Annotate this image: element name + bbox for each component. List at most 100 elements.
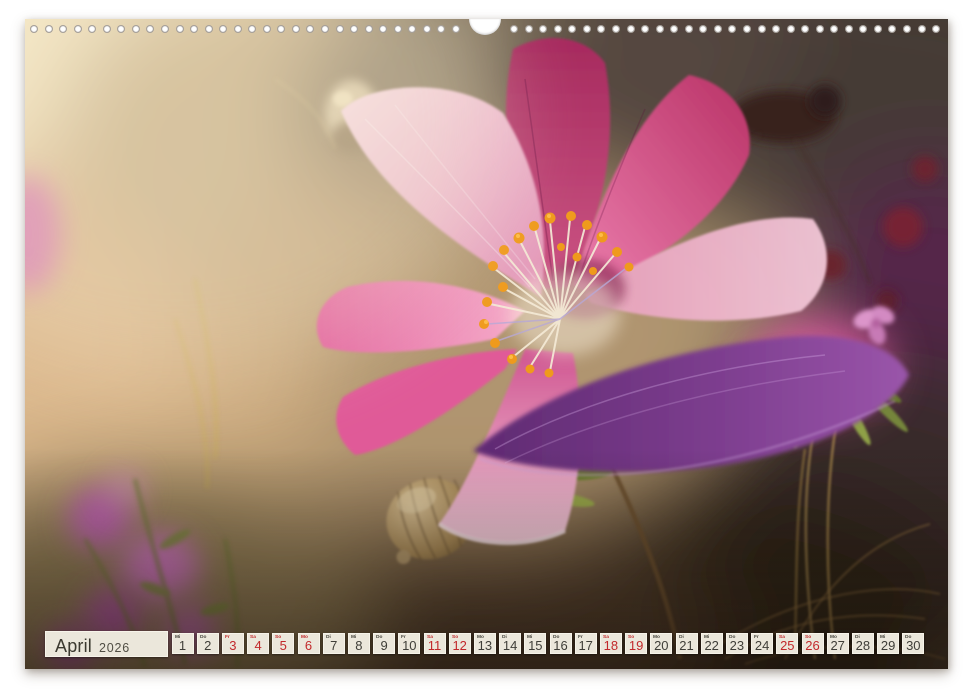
day-number: 17 xyxy=(576,638,596,653)
product-backdrop: April 2026 Mi1Do2Fr3Sa4So5Mo6Di7Mi8Do9Fr… xyxy=(0,0,971,700)
day-number: 8 xyxy=(349,638,369,653)
day-number: 4 xyxy=(248,638,268,653)
binding-hole xyxy=(365,25,373,33)
day-cell-8: Mi8 xyxy=(348,633,370,654)
binding-hole xyxy=(45,25,53,33)
year-label: 2026 xyxy=(99,641,130,655)
binding-hole xyxy=(452,25,460,33)
binding-hole xyxy=(787,25,795,33)
day-cell-27: Mo27 xyxy=(827,633,849,654)
binding-hole xyxy=(612,25,620,33)
day-cell-22: Mi22 xyxy=(701,633,723,654)
day-number: 20 xyxy=(651,638,671,653)
day-number: 3 xyxy=(223,638,243,653)
day-cell-7: Di7 xyxy=(323,633,345,654)
binding-hole xyxy=(263,25,271,33)
month-box: April 2026 xyxy=(45,631,168,657)
binding-hole xyxy=(394,25,402,33)
day-cell-23: Do23 xyxy=(726,633,748,654)
flower-photo xyxy=(25,19,948,669)
binding-hole xyxy=(845,25,853,33)
day-number: 27 xyxy=(828,638,848,653)
day-number: 14 xyxy=(500,638,520,653)
day-number: 13 xyxy=(475,638,495,653)
day-number: 22 xyxy=(702,638,722,653)
binding-hole xyxy=(743,25,751,33)
day-cell-6: Mo6 xyxy=(298,633,320,654)
binding-hole xyxy=(30,25,38,33)
binding-hole xyxy=(205,25,213,33)
day-number: 25 xyxy=(777,638,797,653)
day-number: 11 xyxy=(425,638,445,653)
day-number: 7 xyxy=(324,638,344,653)
binding-hole xyxy=(74,25,82,33)
calendar-page: April 2026 Mi1Do2Fr3Sa4So5Mo6Di7Mi8Do9Fr… xyxy=(25,19,948,669)
day-cell-24: Fr24 xyxy=(751,633,773,654)
month-label: April xyxy=(55,636,92,656)
day-number: 26 xyxy=(803,638,823,653)
day-cell-18: Sa18 xyxy=(600,633,622,654)
binding-hole xyxy=(714,25,722,33)
day-number: 16 xyxy=(551,638,571,653)
day-cell-3: Fr3 xyxy=(222,633,244,654)
day-number: 29 xyxy=(878,638,898,653)
binding-hole xyxy=(903,25,911,33)
day-cell-28: Di28 xyxy=(852,633,874,654)
day-number: 18 xyxy=(601,638,621,653)
day-number: 12 xyxy=(450,638,470,653)
binding-hole xyxy=(627,25,635,33)
day-number: 6 xyxy=(299,638,319,653)
binding-hole xyxy=(321,25,329,33)
binding-hole xyxy=(336,25,344,33)
day-number: 2 xyxy=(198,638,218,653)
binding-hole xyxy=(525,25,533,33)
day-cell-26: So26 xyxy=(802,633,824,654)
binding-hole xyxy=(685,25,693,33)
day-cell-29: Mi29 xyxy=(877,633,899,654)
binding-hole xyxy=(874,25,882,33)
day-number: 15 xyxy=(525,638,545,653)
binding-hole xyxy=(772,25,780,33)
binding-hole xyxy=(292,25,300,33)
binding-hole xyxy=(161,25,169,33)
day-number: 1 xyxy=(173,638,193,653)
day-cell-4: Sa4 xyxy=(247,633,269,654)
day-cell-13: Mo13 xyxy=(474,633,496,654)
binding-hole xyxy=(554,25,562,33)
day-number: 23 xyxy=(727,638,747,653)
day-number: 19 xyxy=(626,638,646,653)
binding-hole xyxy=(176,25,184,33)
day-cell-1: Mi1 xyxy=(172,633,194,654)
day-number: 5 xyxy=(273,638,293,653)
day-cell-2: Do2 xyxy=(197,633,219,654)
day-cell-14: Di14 xyxy=(499,633,521,654)
binding-hole xyxy=(918,25,926,33)
day-cell-9: Do9 xyxy=(373,633,395,654)
binding-hole xyxy=(423,25,431,33)
binding-hole xyxy=(103,25,111,33)
day-cell-12: So12 xyxy=(449,633,471,654)
day-cell-10: Fr10 xyxy=(398,633,420,654)
day-cell-19: So19 xyxy=(625,633,647,654)
day-number: 21 xyxy=(677,638,697,653)
binding-hole xyxy=(132,25,140,33)
binding-hole xyxy=(656,25,664,33)
day-cell-30: Do30 xyxy=(902,633,924,654)
binding-hole xyxy=(816,25,824,33)
day-cell-11: Sa11 xyxy=(424,633,446,654)
day-cell-25: Sa25 xyxy=(776,633,798,654)
day-number: 10 xyxy=(399,638,419,653)
binding-hole xyxy=(234,25,242,33)
binding-hole xyxy=(758,25,766,33)
day-cell-15: Mi15 xyxy=(524,633,546,654)
day-number: 30 xyxy=(903,638,923,653)
binding-hole xyxy=(583,25,591,33)
day-cell-21: Di21 xyxy=(676,633,698,654)
binding-hole xyxy=(190,25,198,33)
day-number: 9 xyxy=(374,638,394,653)
day-number: 24 xyxy=(752,638,772,653)
day-cell-16: Do16 xyxy=(550,633,572,654)
day-number: 28 xyxy=(853,638,873,653)
day-cell-20: Mo20 xyxy=(650,633,672,654)
day-cell-5: So5 xyxy=(272,633,294,654)
